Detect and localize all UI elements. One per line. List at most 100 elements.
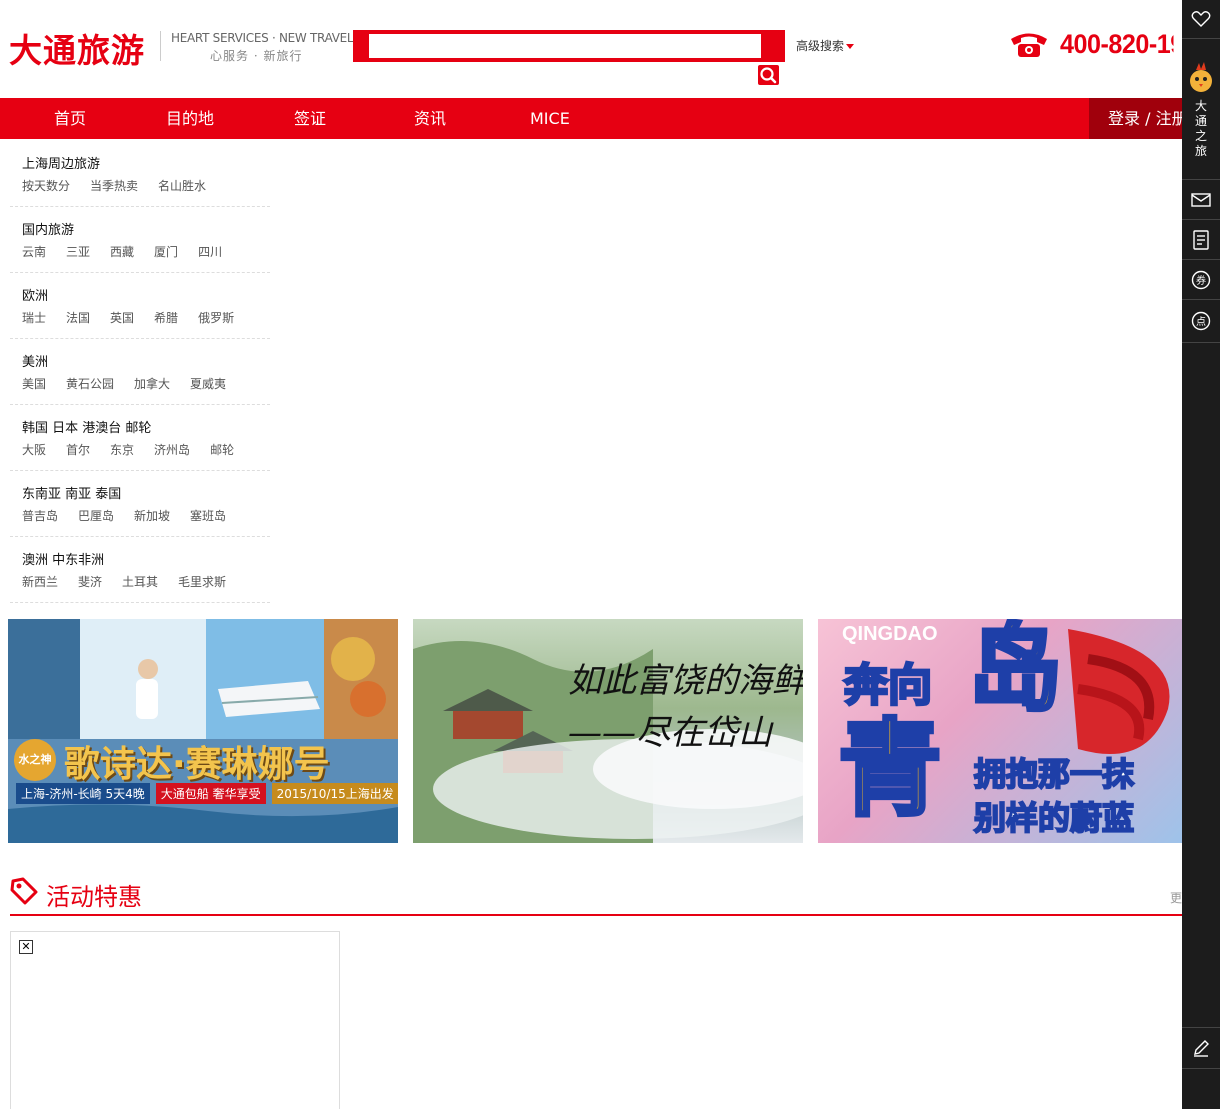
sidebar-points[interactable]: 点	[1182, 300, 1220, 343]
logo-divider	[160, 31, 161, 61]
category-link[interactable]: 法国	[66, 309, 90, 326]
category-link[interactable]: 三亚	[66, 243, 90, 260]
category-links: 云南 三亚 西藏 厦门 四川	[22, 243, 242, 260]
broken-image-icon: ✕	[19, 940, 33, 954]
nav-destinations[interactable]: 目的地	[166, 98, 214, 139]
category-title[interactable]: 欧洲	[22, 285, 48, 304]
cruise-tag-charter: 大通包船 奢华享受	[155, 783, 266, 804]
qingdao-slogan-2: 别样的蔚蓝	[973, 798, 1135, 838]
coupon-icon: 券	[1191, 270, 1211, 289]
category-link[interactable]: 瑞士	[22, 309, 46, 326]
nav-home[interactable]: 首页	[54, 98, 86, 139]
category-link[interactable]: 当季热卖	[90, 177, 138, 194]
sidebar-coupons[interactable]: 券	[1182, 260, 1220, 300]
category-link[interactable]: 济州岛	[154, 441, 190, 458]
right-sidebar: 大通之旅 券 点	[1182, 0, 1220, 1109]
qingdao-slogan-1: 拥抱那一抹	[973, 754, 1135, 794]
category-link[interactable]: 土耳其	[122, 573, 158, 590]
category-east-asia: 韩国 日本 港澳台 邮轮 大阪 首尔 东京 济州岛 邮轮	[10, 405, 270, 471]
login-register-link[interactable]: 登录 / 注册	[1089, 98, 1182, 139]
category-link[interactable]: 普吉岛	[22, 507, 58, 524]
cruise-promo-banner[interactable]: 水之神 歌诗达·赛琳娜号 上海-济州-长崎 5天4晚 大通包船 奢华享受 201…	[8, 619, 398, 843]
category-europe: 欧洲 瑞士 法国 英国 希腊 俄罗斯	[10, 273, 270, 339]
tag-icon	[10, 877, 38, 905]
site-header: 大通旅游 HEART SERVICES · NEW TRAVEL 心服务 · 新…	[0, 0, 1182, 98]
category-link[interactable]: 塞班岛	[190, 507, 226, 524]
category-links: 大阪 首尔 东京 济州岛 邮轮	[22, 441, 254, 458]
category-link[interactable]: 西藏	[110, 243, 134, 260]
category-link[interactable]: 按天数分	[22, 177, 70, 194]
nav-visa[interactable]: 签证	[294, 98, 326, 139]
site-logo[interactable]: 大通旅游	[9, 24, 145, 72]
mascot-icon	[1190, 61, 1212, 92]
qingdao-city-label: QINGDAO	[842, 623, 938, 645]
category-title[interactable]: 美洲	[22, 351, 48, 370]
qingdao-promo-banner[interactable]: QINGDAO 奔向 岛 青 拥抱那一抹 别样的蔚蓝	[818, 619, 1182, 843]
slogan-english: HEART SERVICES · NEW TRAVEL	[171, 31, 354, 45]
category-link[interactable]: 斐济	[78, 573, 102, 590]
dropdown-arrow-icon	[846, 44, 855, 49]
qingdao-text-island: 岛	[966, 619, 1064, 724]
slogan-chinese: 心服务 · 新旅行	[210, 49, 303, 63]
qingdao-text-toward: 奔向	[843, 659, 934, 713]
category-links: 按天数分 当季热卖 名山胜水	[22, 177, 226, 194]
category-link[interactable]: 四川	[198, 243, 222, 260]
sidebar-feedback[interactable]	[1182, 1027, 1220, 1069]
category-southeast-asia: 东南亚 南亚 泰国 普吉岛 巴厘岛 新加坡 塞班岛	[10, 471, 270, 537]
category-link[interactable]: 名山胜水	[158, 177, 206, 194]
category-link[interactable]: 邮轮	[210, 441, 234, 458]
category-oceania-africa: 澳洲 中东非洲 新西兰 斐济 土耳其 毛里求斯	[10, 537, 270, 603]
category-links: 瑞士 法国 英国 希腊 俄罗斯	[22, 309, 254, 326]
cruise-tag-date: 2015/10/15上海出发	[271, 783, 398, 804]
category-shanghai-nearby: 上海周边旅游 按天数分 当季热卖 名山胜水	[10, 141, 270, 207]
category-link[interactable]: 东京	[110, 441, 134, 458]
sidebar-brand[interactable]: 大通之旅	[1182, 40, 1220, 180]
category-title[interactable]: 澳洲 中东非洲	[22, 549, 104, 568]
sidebar-mail[interactable]	[1182, 180, 1220, 220]
category-link[interactable]: 首尔	[66, 441, 90, 458]
search-icon	[760, 67, 777, 84]
category-title[interactable]: 上海周边旅游	[22, 153, 100, 172]
cruise-banner-title: 歌诗达·赛琳娜号	[64, 744, 330, 785]
category-link[interactable]: 美国	[22, 375, 46, 392]
category-domestic: 国内旅游 云南 三亚 西藏 厦门 四川	[10, 207, 270, 273]
search-box	[353, 30, 785, 62]
category-link[interactable]: 巴厘岛	[78, 507, 114, 524]
advanced-search-link[interactable]: 高级搜索	[796, 37, 855, 54]
category-link[interactable]: 厦门	[154, 243, 178, 260]
advanced-search-label: 高级搜索	[796, 39, 845, 53]
category-link[interactable]: 新加坡	[134, 507, 170, 524]
category-title[interactable]: 韩国 日本 港澳台 邮轮	[22, 417, 151, 436]
nav-news[interactable]: 资讯	[414, 98, 446, 139]
search-input[interactable]	[369, 34, 761, 58]
category-link[interactable]: 俄罗斯	[198, 309, 234, 326]
category-links: 普吉岛 巴厘岛 新加坡 塞班岛	[22, 507, 246, 524]
category-link[interactable]: 希腊	[154, 309, 178, 326]
category-link[interactable]: 英国	[110, 309, 134, 326]
points-icon: 点	[1191, 311, 1211, 331]
category-link[interactable]: 大阪	[22, 441, 46, 458]
activity-more-link[interactable]: 更	[1170, 889, 1182, 906]
sidebar-favorites[interactable]	[1182, 0, 1220, 39]
category-links: 新西兰 斐济 土耳其 毛里求斯	[22, 573, 246, 590]
qingdao-text-qing: 青	[836, 708, 944, 830]
activity-section-header: 活动特惠 更	[10, 873, 1182, 916]
daishan-line2: ——尽在岱山	[568, 713, 772, 753]
category-link[interactable]: 夏威夷	[190, 375, 226, 392]
activity-card[interactable]: ✕	[10, 931, 340, 1109]
category-title[interactable]: 国内旅游	[22, 219, 74, 238]
category-link[interactable]: 新西兰	[22, 573, 58, 590]
svg-text:券: 券	[1196, 274, 1206, 287]
category-link[interactable]: 云南	[22, 243, 46, 260]
category-link[interactable]: 毛里求斯	[178, 573, 226, 590]
phone-icon	[1011, 33, 1047, 57]
category-link[interactable]: 黄石公园	[66, 375, 114, 392]
nav-mice[interactable]: MICE	[530, 98, 570, 139]
search-button[interactable]	[758, 65, 779, 85]
category-menu: 上海周边旅游 按天数分 当季热卖 名山胜水 国内旅游 云南 三亚 西藏 厦门 四川 欧洲 瑞…	[10, 141, 270, 603]
daishan-promo-banner[interactable]: 如此富饶的海鲜 ——尽在岱山	[413, 619, 803, 843]
sidebar-orders[interactable]	[1182, 220, 1220, 260]
category-links: 美国 黄石公园 加拿大 夏威夷	[22, 375, 246, 392]
category-link[interactable]: 加拿大	[134, 375, 170, 392]
category-title[interactable]: 东南亚 南亚 泰国	[22, 483, 121, 502]
